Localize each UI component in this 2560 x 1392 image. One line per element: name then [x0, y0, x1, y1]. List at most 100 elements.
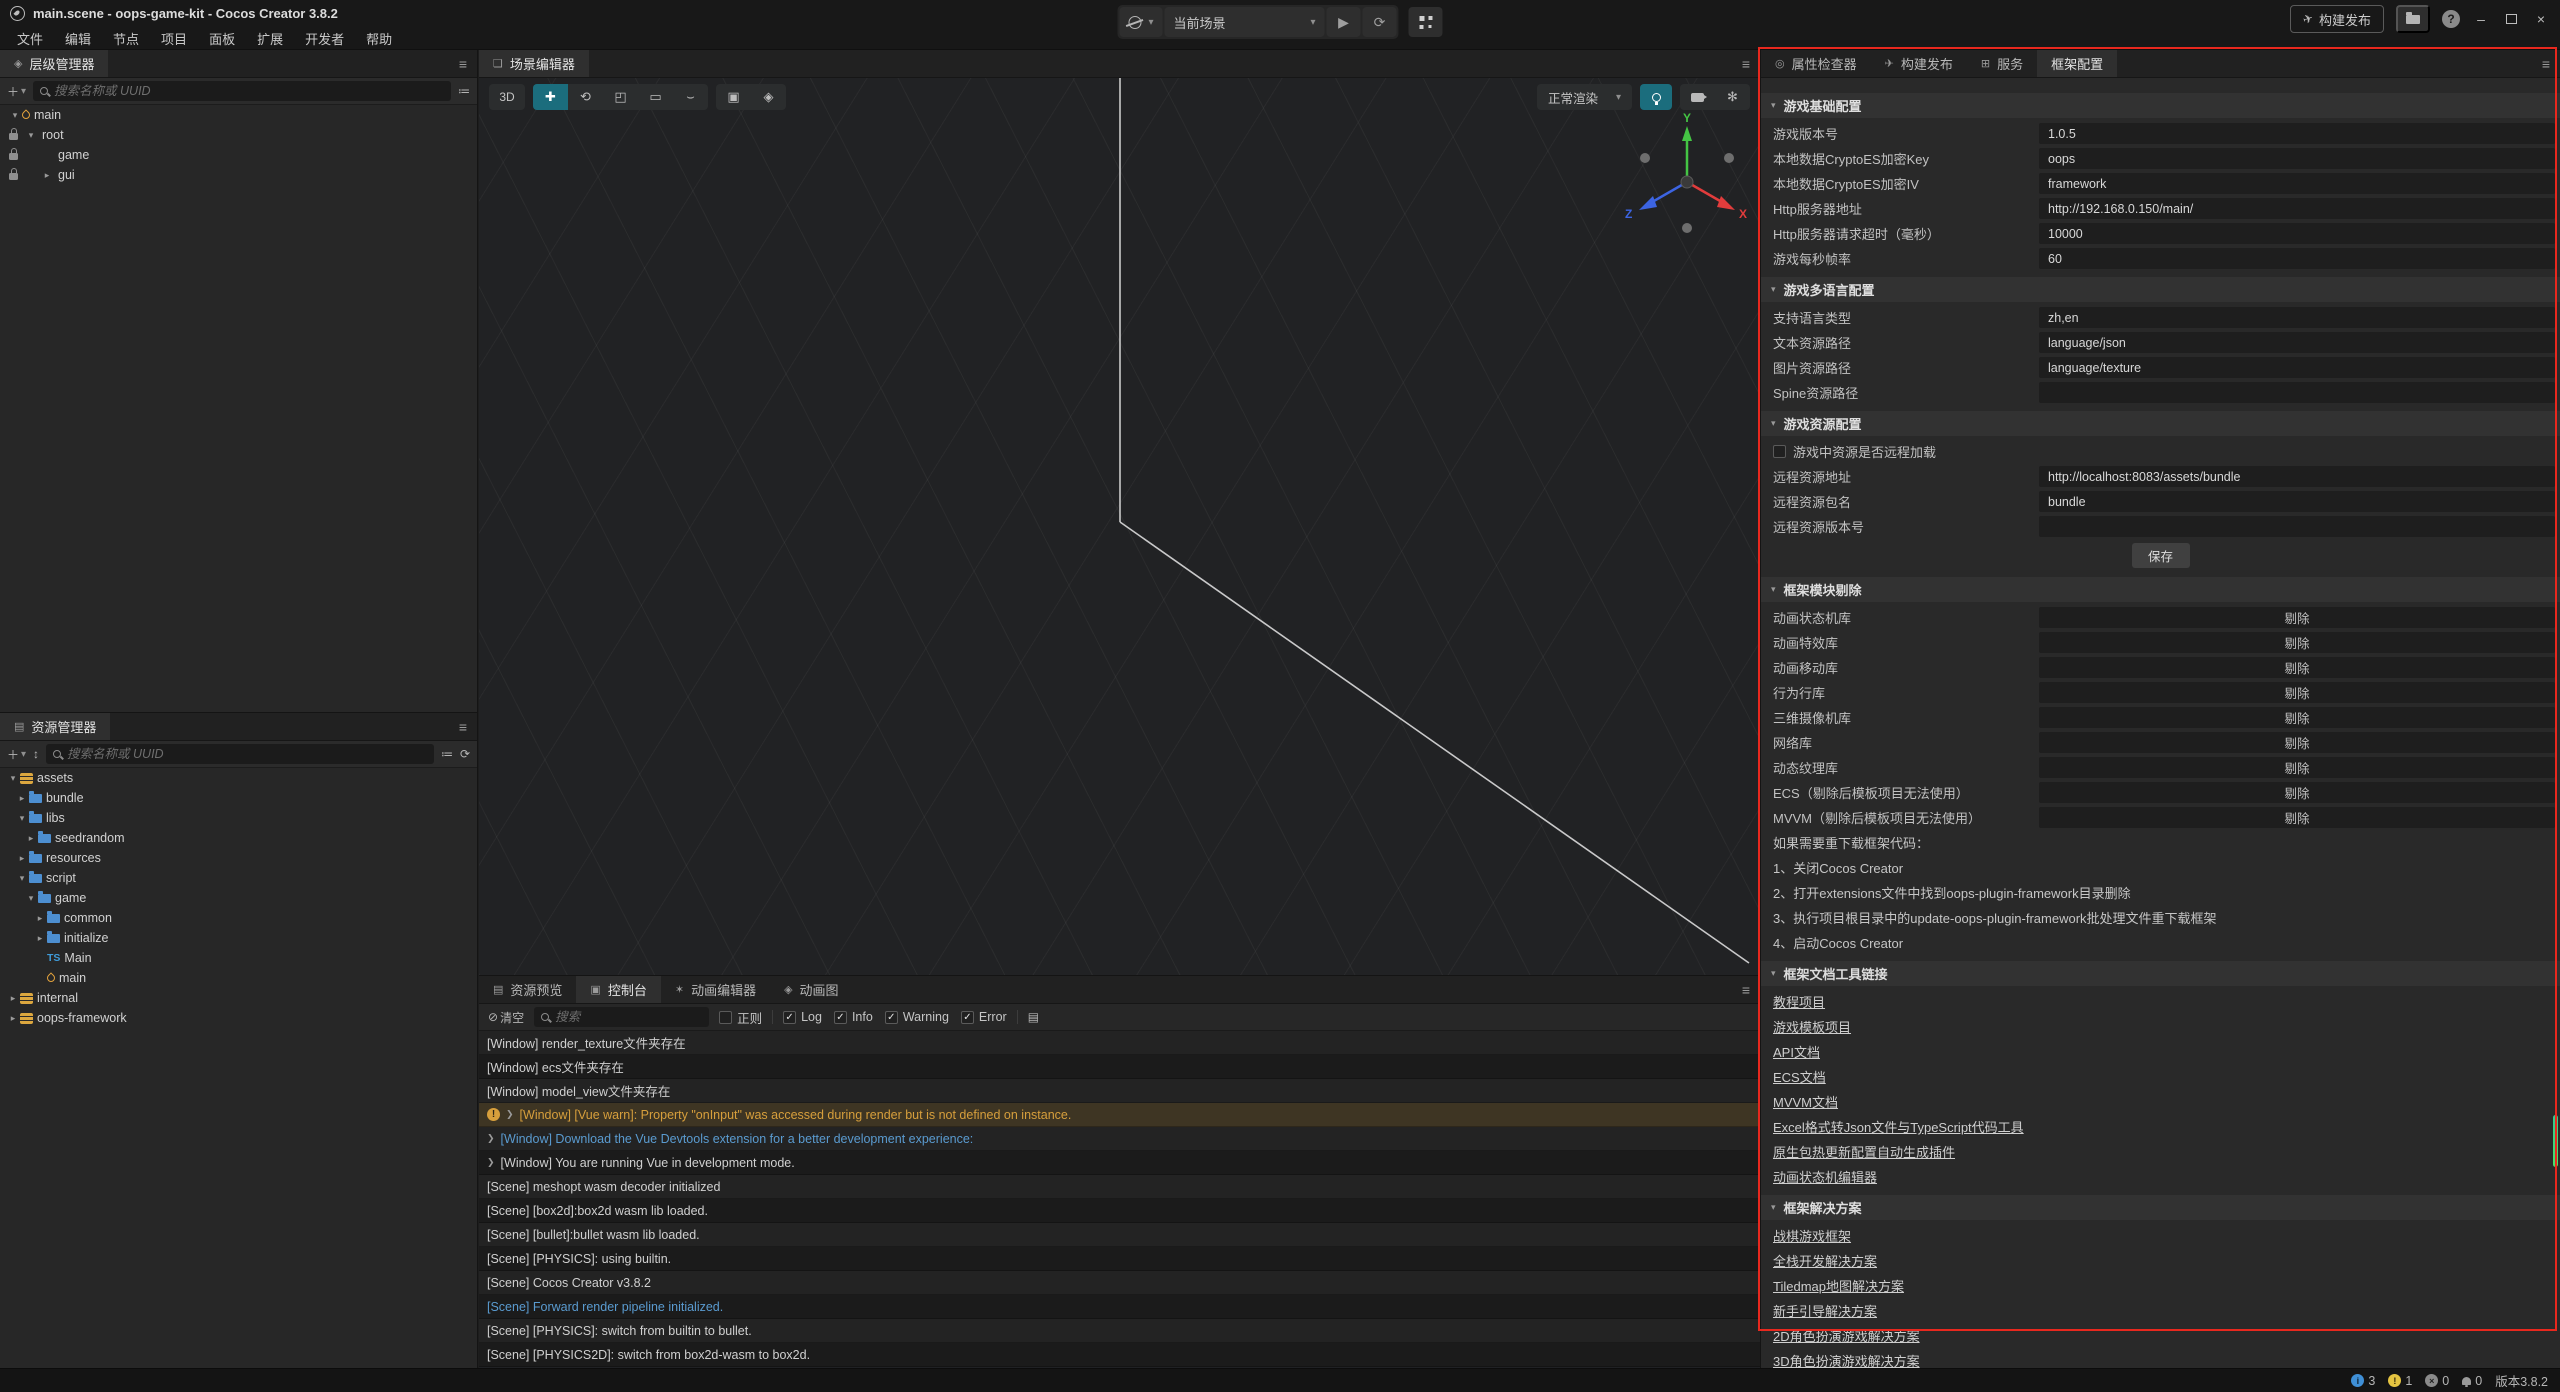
- doc-link[interactable]: 3D角色扮演游戏解决方案: [1773, 1351, 1920, 1368]
- tab-scene-editor[interactable]: ❏ 场景编辑器: [479, 50, 589, 77]
- doc-link[interactable]: MVVM文档: [1773, 1092, 1838, 1111]
- filter-error[interactable]: Error: [961, 1010, 1007, 1024]
- log-row[interactable]: ❯[Window] Download the Vue Devtools exte…: [479, 1127, 1760, 1151]
- tab-inspector-3[interactable]: 框架配置: [2037, 50, 2117, 77]
- filter-checkbox[interactable]: [961, 1011, 974, 1024]
- panel-menu-icon[interactable]: ≡: [1742, 56, 1750, 72]
- orientation-gizmo[interactable]: Y X Z: [1617, 110, 1757, 250]
- field-input[interactable]: language/json: [2039, 332, 2555, 353]
- field-input[interactable]: [2039, 382, 2555, 403]
- filter-checkbox[interactable]: [783, 1011, 796, 1024]
- expander-icon[interactable]: ❯: [487, 1133, 495, 1144]
- tab-console-3[interactable]: ◈动画图: [770, 976, 852, 1003]
- chevron-down-icon[interactable]: ▾: [8, 110, 22, 121]
- chevron-right-icon[interactable]: ▸: [33, 913, 47, 924]
- chevron-right-icon[interactable]: ▸: [40, 170, 54, 181]
- console-search-input[interactable]: [555, 1010, 702, 1024]
- add-asset-button[interactable]: ＋▾: [7, 746, 26, 763]
- filter-info[interactable]: Info: [834, 1010, 873, 1024]
- field-input[interactable]: zh,en: [2039, 307, 2555, 328]
- assets-search-input[interactable]: [67, 747, 427, 761]
- move-tool-icon[interactable]: ✚: [533, 84, 568, 110]
- minimize-button[interactable]: –: [2472, 11, 2490, 27]
- doc-link[interactable]: 动画状态机编辑器: [1773, 1167, 1877, 1186]
- chevron-right-icon[interactable]: ▸: [15, 793, 29, 804]
- section-header[interactable]: ▾框架模块剔除: [1761, 577, 2560, 602]
- field-input[interactable]: 10000: [2039, 223, 2555, 244]
- regex-toggle[interactable]: 正则: [719, 1008, 762, 1027]
- panel-menu-icon[interactable]: ≡: [2542, 56, 2550, 72]
- mode-3d-button[interactable]: 3D: [489, 84, 525, 110]
- tree-node[interactable]: ▸resources: [0, 848, 477, 868]
- clear-console-button[interactable]: ⊘ 清空: [488, 1009, 524, 1026]
- notification-badge[interactable]: 0: [2462, 1374, 2482, 1388]
- panel-menu-icon[interactable]: ≡: [1742, 982, 1750, 998]
- filter-log[interactable]: Log: [783, 1010, 822, 1024]
- chevron-right-icon[interactable]: ▸: [6, 1013, 20, 1024]
- field-input[interactable]: http://localhost:8083/assets/bundle: [2039, 466, 2555, 487]
- hierarchy-filter-icon[interactable]: ≔: [458, 84, 470, 98]
- lighting-toggle[interactable]: [1640, 84, 1672, 110]
- camera-button[interactable]: [1680, 84, 1715, 110]
- close-button[interactable]: ×: [2532, 11, 2550, 27]
- field-input[interactable]: language/texture: [2039, 357, 2555, 378]
- ui-tool-icon[interactable]: ⌣: [673, 84, 708, 110]
- menu-item-6[interactable]: 开发者: [294, 27, 355, 50]
- log-row[interactable]: [Scene] Forward render pipeline initiali…: [479, 1295, 1760, 1319]
- tree-node[interactable]: ▸oops-framework: [0, 1008, 477, 1028]
- tree-node[interactable]: ▸gui: [0, 165, 477, 185]
- doc-link[interactable]: ECS文档: [1773, 1067, 1826, 1086]
- chevron-down-icon[interactable]: ▾: [24, 130, 38, 141]
- tree-node[interactable]: ▾libs: [0, 808, 477, 828]
- remove-module-button[interactable]: 剔除: [2039, 732, 2555, 753]
- tab-hierarchy[interactable]: ◈ 层级管理器: [0, 50, 108, 77]
- tree-node[interactable]: ▸initialize: [0, 928, 477, 948]
- rotate-tool-icon[interactable]: ⟲: [568, 84, 603, 110]
- remove-module-button[interactable]: 剔除: [2039, 757, 2555, 778]
- pivot-tool-icon[interactable]: ▣: [716, 84, 751, 110]
- remove-module-button[interactable]: 剔除: [2039, 607, 2555, 628]
- save-button[interactable]: 保存: [2132, 543, 2190, 568]
- panel-menu-icon[interactable]: ≡: [459, 56, 467, 72]
- tree-node[interactable]: game: [0, 145, 477, 165]
- tree-node[interactable]: TSMain: [0, 948, 477, 968]
- log-row[interactable]: [Window] render_texture文件夹存在: [479, 1031, 1760, 1055]
- log-row[interactable]: [Scene] [PHYSICS]: switch from builtin t…: [479, 1319, 1760, 1343]
- tab-console-0[interactable]: ▤资源预览: [479, 976, 576, 1003]
- tab-assets[interactable]: ▤ 资源管理器: [0, 713, 110, 740]
- sort-icon[interactable]: ↕: [33, 747, 39, 761]
- regex-checkbox[interactable]: [719, 1011, 732, 1024]
- section-header[interactable]: ▾游戏多语言配置: [1761, 277, 2560, 302]
- doc-link[interactable]: API文档: [1773, 1042, 1820, 1061]
- menu-item-5[interactable]: 扩展: [246, 27, 294, 50]
- tree-node[interactable]: ▸seedrandom: [0, 828, 477, 848]
- remove-module-button[interactable]: 剔除: [2039, 632, 2555, 653]
- error-count-badge[interactable]: 0: [2425, 1374, 2449, 1388]
- expander-icon[interactable]: ❯: [506, 1109, 514, 1120]
- tree-node[interactable]: ▸internal: [0, 988, 477, 1008]
- remove-module-button[interactable]: 剔除: [2039, 657, 2555, 678]
- info-count-badge[interactable]: 3: [2351, 1374, 2375, 1388]
- log-row[interactable]: ❯[Window] You are running Vue in develop…: [479, 1151, 1760, 1175]
- chevron-right-icon[interactable]: ▸: [6, 993, 20, 1004]
- tree-node[interactable]: ▸bundle: [0, 788, 477, 808]
- section-header[interactable]: ▾框架文档工具链接: [1761, 961, 2560, 986]
- platform-select[interactable]: ▾: [1119, 7, 1162, 37]
- reload-button[interactable]: ⟳: [1363, 7, 1397, 37]
- log-row[interactable]: [Window] model_view文件夹存在: [479, 1079, 1760, 1103]
- refresh-icon[interactable]: ⟳: [460, 747, 470, 761]
- panel-menu-icon[interactable]: ≡: [459, 719, 467, 735]
- log-row[interactable]: [Scene] [PHYSICS2D]: switch from box2d-w…: [479, 1343, 1760, 1367]
- field-input[interactable]: 1.0.5: [2039, 123, 2555, 144]
- doc-link[interactable]: Tiledmap地图解决方案: [1773, 1276, 1904, 1295]
- field-input[interactable]: bundle: [2039, 491, 2555, 512]
- tab-inspector-2[interactable]: ⊞服务: [1967, 50, 2037, 77]
- preview-qr-button[interactable]: [1409, 7, 1443, 37]
- menu-item-4[interactable]: 面板: [198, 27, 246, 50]
- log-row[interactable]: [Scene] [box2d]:box2d wasm lib loaded.: [479, 1199, 1760, 1223]
- tree-node[interactable]: ▾script: [0, 868, 477, 888]
- doc-link[interactable]: 新手引导解决方案: [1773, 1301, 1877, 1320]
- tree-node[interactable]: ▾assets: [0, 768, 477, 788]
- log-row[interactable]: !❯[Window] [Vue warn]: Property "onInput…: [479, 1103, 1760, 1127]
- doc-link[interactable]: 原生包热更新配置自动生成插件: [1773, 1142, 1955, 1161]
